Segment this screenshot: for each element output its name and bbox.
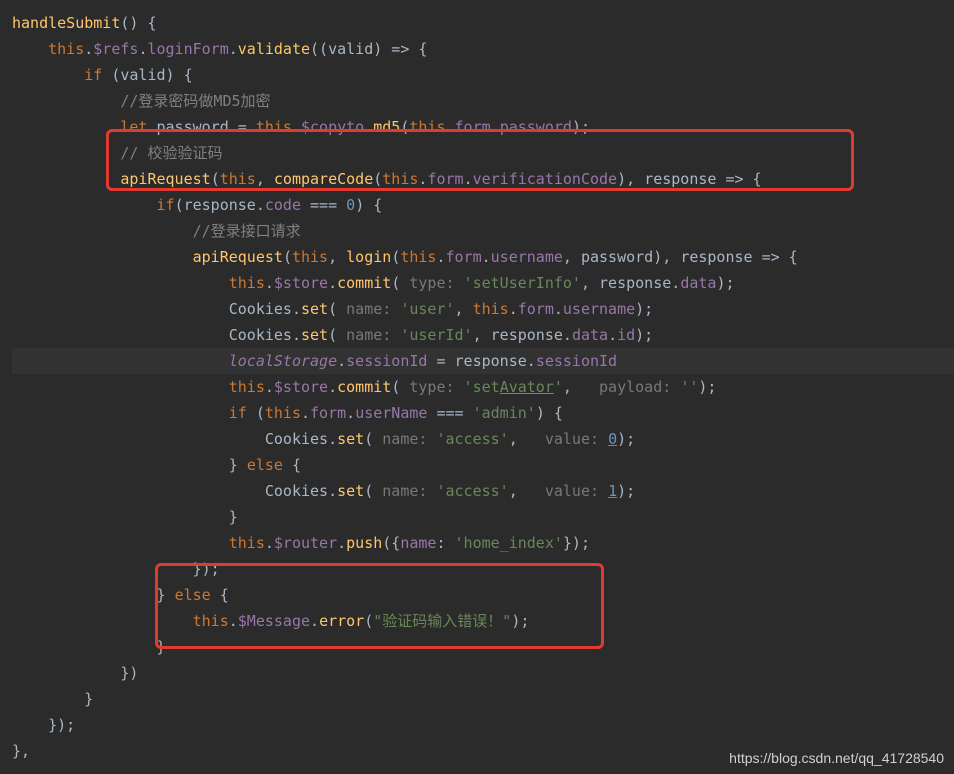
watermark: https://blog.csdn.net/qq_41728540	[729, 750, 944, 766]
code-block: handleSubmit() { this.$refs.loginForm.va…	[0, 0, 954, 764]
